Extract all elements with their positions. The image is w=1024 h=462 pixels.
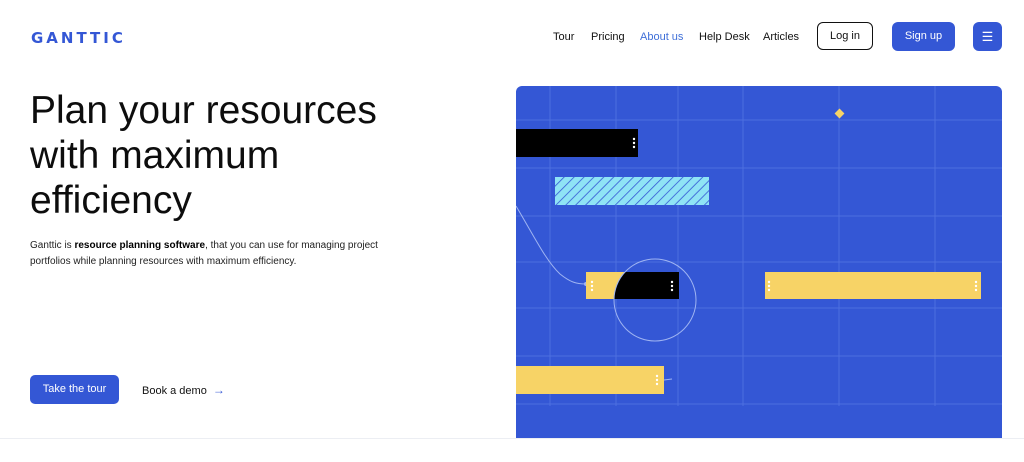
nav-link-help-desk[interactable]: Help Desk [699, 31, 750, 43]
bar-handle-dot [632, 137, 636, 141]
book-a-demo-label: Book a demo [142, 385, 207, 397]
bar-handle-dot [974, 280, 978, 284]
bar-handle-dot [590, 288, 594, 292]
bar-handle-dot [632, 145, 636, 149]
bar-handle-dot [670, 284, 674, 288]
bar-handle-dot [974, 284, 978, 288]
black-task-bar [516, 129, 638, 157]
nav-link-articles[interactable]: Articles [763, 31, 799, 43]
login-button[interactable]: Log in [817, 22, 873, 50]
bar-handle-dot [670, 288, 674, 292]
book-a-demo-link[interactable]: Book a demo → [142, 383, 225, 397]
hatched-task-bar [555, 177, 709, 205]
yellow-task-bar-right [765, 272, 981, 299]
bar-handle-dot [590, 280, 594, 284]
gantt-illustration-graphic [516, 86, 1002, 406]
hero-description-bold: resource planning software [74, 240, 206, 251]
nav-link-tour[interactable]: Tour [553, 31, 574, 43]
menu-button[interactable]: ☰ [973, 22, 1002, 51]
bar-handle-dot [632, 141, 636, 145]
bar-handle-dot [670, 280, 674, 284]
hero-description-prefix: Ganttic is [30, 240, 75, 251]
bar-handle-dot [655, 374, 659, 378]
hamburger-menu-icon: ☰ [981, 29, 994, 44]
hero-title: Plan your resources with maximum efficie… [30, 89, 377, 222]
yellow-task-bar-bottom [516, 366, 664, 394]
dependency-line [516, 205, 587, 285]
signup-button[interactable]: Sign up [892, 22, 955, 51]
milestone-diamond [834, 108, 845, 119]
bar-handle-dot [590, 284, 594, 288]
hero-description: Ganttic is resource planning software, t… [30, 238, 410, 270]
bar-handle-dot [767, 280, 771, 284]
take-the-tour-button[interactable]: Take the tour [30, 375, 119, 404]
focus-circle [613, 258, 697, 342]
gantt-illustration [516, 86, 1002, 438]
nav-link-pricing[interactable]: Pricing [591, 31, 625, 43]
nav-link-about-us[interactable]: About us [640, 31, 683, 43]
section-divider [0, 438, 1024, 439]
main-nav: Tour Pricing About us Help Desk Articles… [0, 22, 1024, 52]
bar-handle-dot [655, 378, 659, 382]
bar-handle-dot [655, 382, 659, 386]
bar-handle-dot [767, 288, 771, 292]
bar-handle-dot [767, 284, 771, 288]
arrow-right-icon: → [212, 383, 225, 397]
connector-stub [663, 378, 673, 381]
bar-handle-dot [974, 288, 978, 292]
